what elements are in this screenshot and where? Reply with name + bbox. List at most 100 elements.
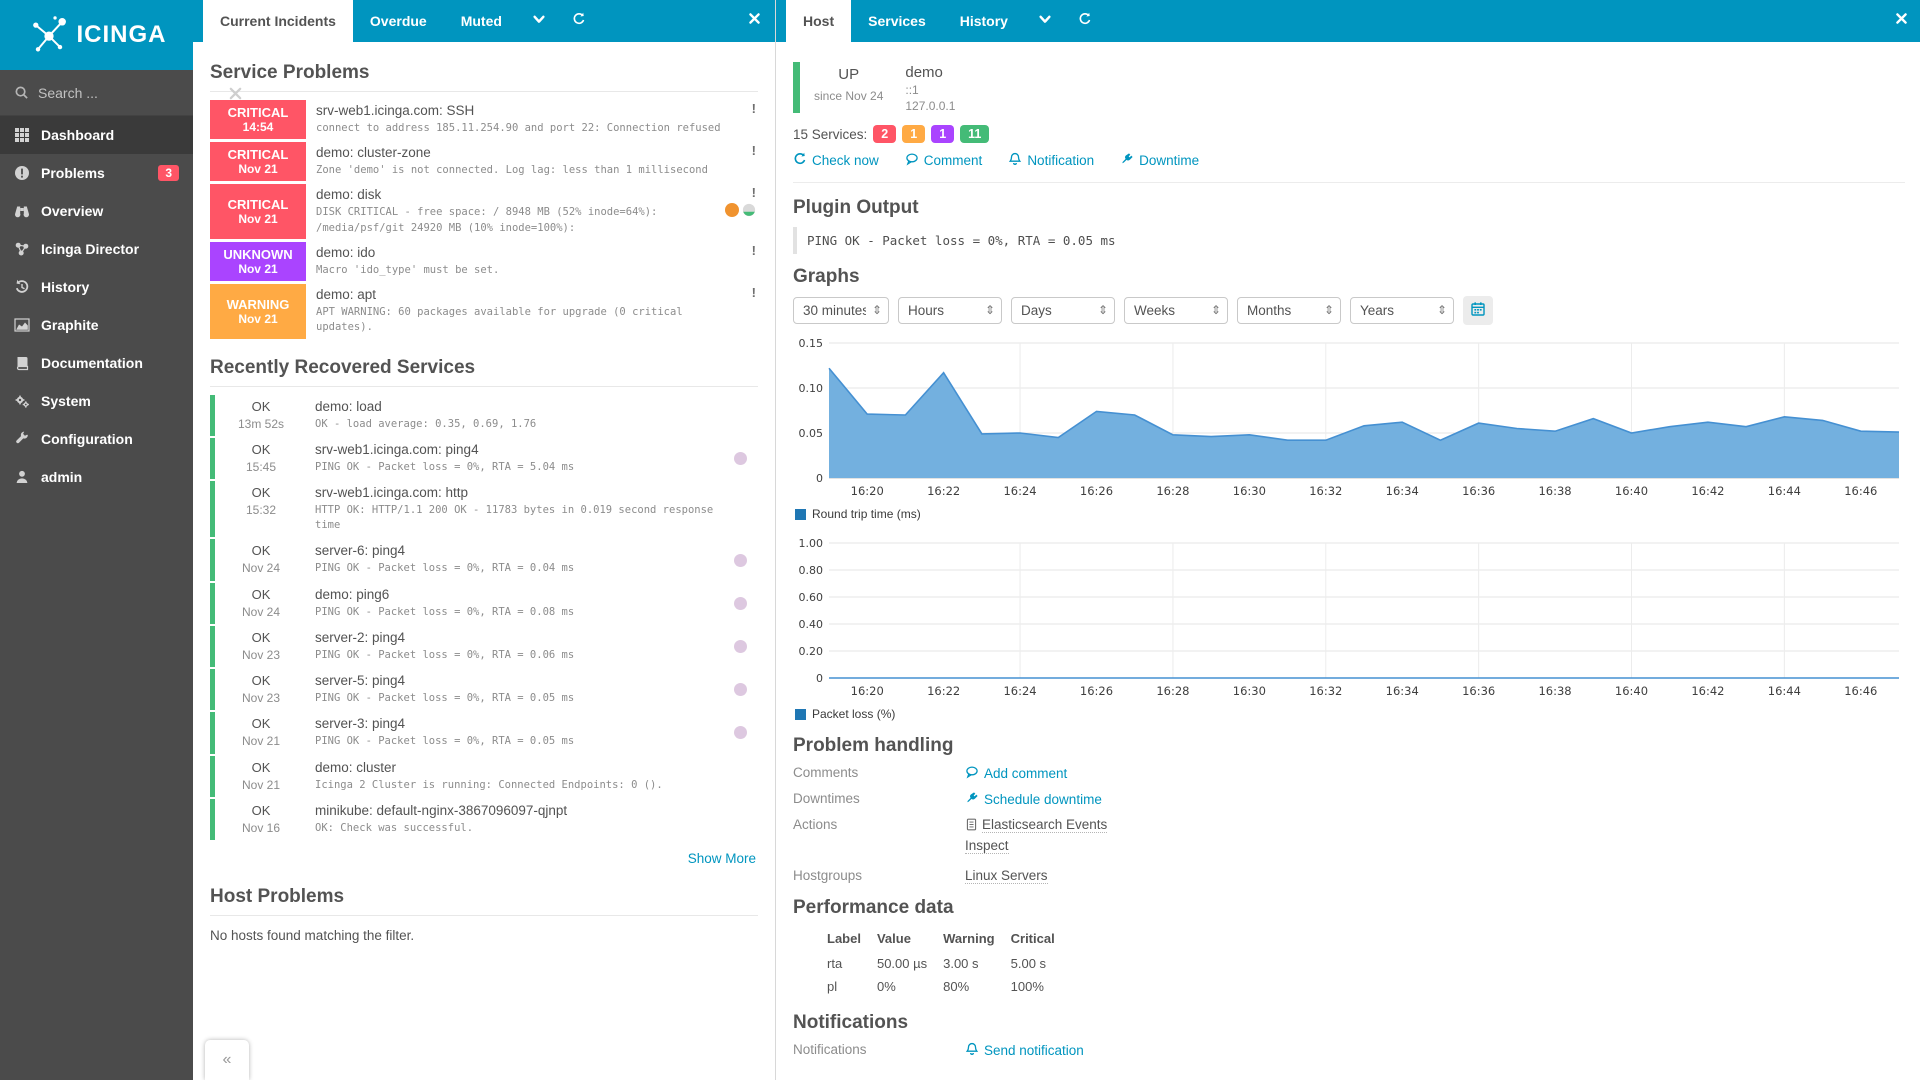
sidebar-item-icinga-director[interactable]: Icinga Director: [0, 230, 193, 268]
plugin-output-text: OK - load average: 0.35, 0.69, 1.76: [315, 417, 537, 430]
services-summary-label: 15 Services:: [793, 126, 868, 142]
service-state-badge-unknown[interactable]: 1: [931, 125, 955, 143]
icinga-logo[interactable]: ICINGA: [0, 0, 193, 70]
service-state-badge-warning[interactable]: 1: [902, 125, 926, 143]
service-problem-row[interactable]: UNKNOWN Nov 21 demo: ido Macro 'ido_type' m…: [210, 241, 758, 282]
downtime-link[interactable]: Downtime: [1120, 152, 1199, 169]
range-select-wrap: Months ⇕: [1237, 297, 1341, 324]
range-select-30-minutes[interactable]: 30 minutes: [793, 297, 889, 324]
service-problem-row[interactable]: CRITICAL Nov 21 demo: cluster-zone Zone 'de…: [210, 142, 758, 182]
comment-link[interactable]: Comment: [905, 152, 982, 169]
sidebar-item-dashboard[interactable]: Dashboard: [0, 116, 193, 154]
state-label: OK: [251, 586, 271, 602]
service-name: server-6: ping4: [315, 543, 406, 559]
recovered-service-row[interactable]: OK Nov 24 demo: ping6 PING OK - Packet loss…: [210, 582, 758, 624]
service-problem-main: demo: disk DISK CRITICAL - free space: / …: [306, 184, 725, 238]
svg-text:16:42: 16:42: [1691, 484, 1724, 498]
perf-dot-cell: [799, 975, 819, 998]
service-problem-row[interactable]: CRITICAL 14:54 srv-web1.icinga.com: SSH con…: [210, 100, 758, 140]
send-notification-link[interactable]: Send notification: [965, 1042, 1084, 1059]
svg-text:16:36: 16:36: [1462, 684, 1495, 698]
state-label: CRITICAL: [227, 147, 289, 163]
middle-tab-dropdown[interactable]: [519, 0, 559, 42]
hostgroup-link[interactable]: Linux Servers: [965, 868, 1048, 884]
service-problem-row[interactable]: WARNING Nov 21 demo: apt APT WARNING: 60 pa…: [210, 284, 758, 339]
right-close-button[interactable]: [1881, 0, 1920, 42]
elasticsearch-events-link[interactable]: Elasticsearch Events: [982, 817, 1108, 833]
sidebar-collapse-button[interactable]: «: [205, 1040, 249, 1080]
sidebar-item-problems[interactable]: Problems 3: [0, 154, 193, 192]
notifications-label: Notifications: [793, 1042, 867, 1057]
recovered-service-row[interactable]: OK Nov 21 demo: cluster Icinga 2 Cluster is…: [210, 755, 758, 797]
graphs-title: Graphs: [793, 266, 860, 287]
right-refresh-button[interactable]: [1065, 0, 1105, 42]
bell-icon: [965, 1042, 979, 1059]
state-label: OK: [251, 759, 271, 775]
tab-services[interactable]: Services: [851, 0, 943, 42]
tab-current-incidents[interactable]: Current Incidents: [203, 0, 353, 42]
recovered-service-row[interactable]: OK 13m 52s demo: load OK - load average: 0.…: [210, 394, 758, 436]
host-address6: ::1: [905, 83, 919, 97]
chevron-down-icon: [1038, 12, 1052, 31]
add-comment-link[interactable]: Add comment: [965, 765, 1067, 782]
sidebar-item-documentation[interactable]: Documentation: [0, 344, 193, 382]
perf-header-warning: Warning: [943, 931, 995, 946]
calendar-button[interactable]: [1463, 296, 1493, 325]
notification-link[interactable]: Notification: [1008, 152, 1094, 169]
tab-overdue[interactable]: Overdue: [353, 0, 444, 42]
sidebar-item-configuration[interactable]: Configuration: [0, 420, 193, 458]
recovered-service-row[interactable]: OK Nov 16 minikube: default-nginx-38670960…: [210, 798, 758, 840]
range-select-months[interactable]: Months: [1237, 297, 1341, 324]
sidebar-item-history[interactable]: History: [0, 268, 193, 306]
middle-refresh-button[interactable]: [559, 0, 599, 42]
state-time: Nov 21: [238, 212, 278, 227]
state-column: OK 15:45: [215, 438, 307, 479]
service-name: server-5: ping4: [315, 673, 406, 689]
legend-swatch: [795, 508, 806, 520]
recovered-service-row[interactable]: OK 15:32 srv-web1.icinga.com: http HTTP OK:…: [210, 480, 758, 538]
perf-value: 50.00 µs: [876, 956, 928, 971]
sidebar-item-overview[interactable]: Overview: [0, 192, 193, 230]
range-select-days[interactable]: Days: [1011, 297, 1115, 324]
range-select-years[interactable]: Years: [1350, 297, 1454, 324]
plugin-output-text: DISK CRITICAL - free space: / 8948 MB (5…: [316, 206, 658, 234]
range-select-hours[interactable]: Hours: [898, 297, 1002, 324]
tab-muted[interactable]: Muted: [444, 0, 519, 42]
sidebar-item-admin[interactable]: admin: [0, 458, 193, 496]
recovered-service-row[interactable]: OK Nov 21 server-3: ping4 PING OK - Packet …: [210, 712, 758, 754]
state-column: OK Nov 23: [215, 669, 307, 710]
range-select-weeks[interactable]: Weeks: [1124, 297, 1228, 324]
service-name: srv-web1.icinga.com: http: [315, 484, 469, 500]
exclaim-circle-icon: [14, 165, 30, 181]
host-name: demo: [905, 64, 943, 81]
wrench-icon: [14, 431, 30, 447]
search-clear-icon[interactable]: [228, 86, 242, 100]
service-state-badge-critical[interactable]: 2: [873, 125, 897, 143]
recovered-service-row[interactable]: OK Nov 23 server-5: ping4 PING OK - Packet …: [210, 669, 758, 711]
show-more-link[interactable]: Show More: [688, 851, 756, 866]
service-state-badge-ok[interactable]: 11: [960, 125, 990, 143]
state-column: OK Nov 21: [215, 756, 307, 797]
schedule-downtime-link[interactable]: Schedule downtime: [965, 791, 1102, 808]
tab-host[interactable]: Host: [786, 0, 852, 42]
plug-icon: [965, 791, 979, 808]
state-label: OK: [251, 398, 271, 414]
sidebar-item-graphite[interactable]: Graphite: [0, 306, 193, 344]
recovered-service-main: minikube: default-nginx-3867096097-qjnpt…: [307, 799, 734, 840]
svg-text:16:26: 16:26: [1080, 684, 1113, 698]
check-now-link[interactable]: Check now: [793, 152, 879, 169]
middle-close-button[interactable]: [734, 0, 775, 42]
recovered-service-row[interactable]: OK Nov 23 server-2: ping4 PING OK - Packet …: [210, 625, 758, 668]
search-input[interactable]: [38, 84, 219, 101]
comments-label: Comments: [793, 765, 859, 780]
sidebar-item-system[interactable]: System: [0, 382, 193, 420]
right-tab-dropdown[interactable]: [1025, 0, 1065, 42]
service-problem-row[interactable]: CRITICAL Nov 21 demo: disk DISK CRITICAL - …: [210, 184, 758, 239]
recovered-service-row[interactable]: OK 15:45 srv-web1.icinga.com: ping4 PING OK…: [210, 437, 758, 479]
svg-text:16:32: 16:32: [1309, 484, 1342, 498]
recovered-service-row[interactable]: OK Nov 24 server-6: ping4 PING OK - Packet …: [210, 539, 758, 581]
tab-history[interactable]: History: [943, 0, 1025, 42]
service-name: demo: cluster-zone: [316, 145, 431, 161]
inspect-link[interactable]: Inspect: [965, 838, 1009, 854]
recovered-service-main: server-2: ping4 PING OK - Packet loss = 0…: [307, 626, 734, 667]
